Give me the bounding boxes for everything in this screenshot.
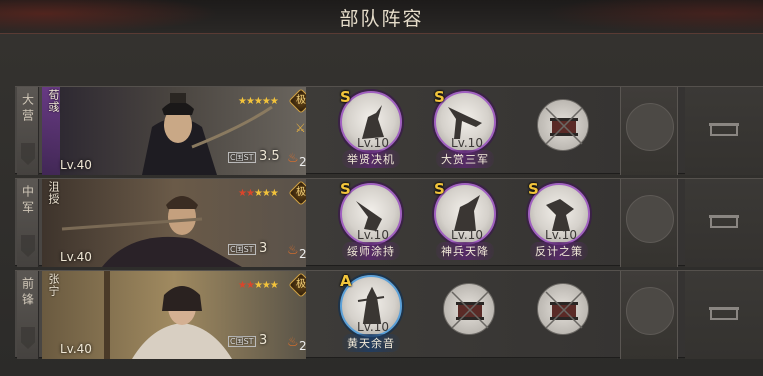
- skill-name-text: 绥师涂持: [342, 242, 400, 260]
- skill-grade: S: [340, 180, 351, 198]
- skill-grade: A: [340, 272, 352, 290]
- troop-type-icon: ⚔: [295, 121, 306, 135]
- fire-icon: ♨: [287, 335, 299, 350]
- skill-level: Lv.10: [357, 136, 389, 150]
- skill-name: 举贤决机: [331, 150, 411, 168]
- lineup-row-middle: 中军 沮授 Lv.40 ★★★★★ 极 C国ST 3 ♨ 2 Lv.10 S 绥…: [15, 178, 763, 267]
- cost-tag-label: C国ST: [228, 336, 256, 347]
- fire-icon: ♨: [287, 151, 299, 166]
- rank-label: 极: [296, 95, 306, 106]
- skill-level: Lv.10: [545, 228, 577, 242]
- empty-skill-icon: [537, 283, 589, 335]
- empty-skill-slot[interactable]: [521, 87, 601, 175]
- gold-stars: ★★★: [253, 188, 279, 199]
- empty-skill-slot[interactable]: [427, 271, 507, 359]
- scroll-icon: [545, 291, 583, 329]
- general-level: Lv.40: [60, 250, 92, 264]
- skill-slot[interactable]: Lv.10 A 黄天余音: [331, 271, 411, 359]
- position-label: 中军: [20, 185, 35, 217]
- star-rating: ★★★★★: [238, 280, 279, 291]
- cost-value: 3.5: [259, 149, 280, 164]
- position-tag: 中军: [17, 179, 39, 267]
- skill-name: 神兵天降: [425, 242, 505, 260]
- skill-grade: S: [434, 180, 445, 198]
- empty-skill-icon: [443, 283, 495, 335]
- cost-value: 3: [259, 241, 268, 256]
- skill-name-text: 反计之策: [530, 242, 588, 260]
- empty-skill-icon: [537, 99, 589, 151]
- rank-label: 极: [296, 187, 306, 198]
- general-card[interactable]: 张宁 Lv.40 ★★★★★ 极 C国ST 3 ♨ 2: [42, 271, 306, 359]
- scroll-icon: [451, 291, 489, 329]
- skill-grade: S: [528, 180, 539, 198]
- locked-slot[interactable]: [620, 87, 678, 175]
- lineup-row-camp: 大营 荀彧 Lv.40 ★★★★★ 极 ⚔ C国ST 3.5 ♨ 2 Lv.10…: [15, 86, 763, 175]
- cost-value: 3: [259, 333, 268, 348]
- star-rating: ★★★★★: [238, 188, 279, 199]
- general-name: 荀彧: [47, 89, 60, 113]
- red-stars: ★★: [238, 188, 255, 199]
- red-stars: ★★: [238, 280, 255, 291]
- skill-level: Lv.10: [357, 228, 389, 242]
- locked-slot[interactable]: [620, 271, 678, 359]
- general-name: 张宁: [47, 273, 60, 297]
- rank-label: 极: [296, 279, 306, 290]
- fire-count: 2: [299, 155, 306, 169]
- general-card[interactable]: 荀彧 Lv.40 ★★★★★ 极 ⚔ C国ST 3.5 ♨ 2: [42, 87, 306, 175]
- page-title: 部队阵容: [339, 8, 424, 30]
- bench-icon: [709, 215, 739, 228]
- skill-grade: S: [434, 88, 445, 106]
- general-card[interactable]: 沮授 Lv.40 ★★★★★ 极 C国ST 3 ♨ 2: [42, 179, 306, 267]
- bench-icon: [709, 307, 739, 320]
- skill-name-text: 黄天余音: [342, 334, 400, 352]
- bench-slot[interactable]: [685, 271, 763, 359]
- gold-stars: ★★★★★: [238, 96, 279, 107]
- locked-slot[interactable]: [620, 179, 678, 267]
- lock-icon: [626, 103, 674, 151]
- position-label: 前锋: [20, 277, 35, 309]
- position-tag: 大营: [17, 87, 39, 175]
- skill-grade: S: [340, 88, 351, 106]
- general-name: 沮授: [47, 181, 60, 205]
- skill-level: Lv.10: [357, 320, 389, 334]
- bench-slot[interactable]: [685, 179, 763, 267]
- cost-tag-label: C国ST: [228, 244, 256, 255]
- position-tag: 前锋: [17, 271, 39, 359]
- skill-level: Lv.10: [451, 228, 483, 242]
- cost-tag: C国ST: [228, 244, 258, 255]
- skill-slot[interactable]: Lv.10 S 举贤决机: [331, 87, 411, 175]
- fire-icon: ♨: [287, 243, 299, 258]
- skill-level: Lv.10: [451, 136, 483, 150]
- general-level: Lv.40: [60, 342, 92, 356]
- skill-slot[interactable]: Lv.10 S 反计之策: [519, 179, 599, 267]
- fire-count: 2: [299, 339, 306, 353]
- lock-icon: [626, 287, 674, 335]
- scroll-icon: [545, 107, 583, 145]
- position-label: 大营: [20, 93, 35, 125]
- skill-name-text: 大赏三军: [436, 150, 494, 168]
- skill-name: 大赏三军: [425, 150, 505, 168]
- bench-icon: [709, 123, 739, 136]
- skill-name: 反计之策: [519, 242, 599, 260]
- gold-stars: ★★★: [253, 280, 279, 291]
- skill-slot[interactable]: Lv.10 S 大赏三军: [425, 87, 505, 175]
- title-bar: 部队阵容: [0, 0, 763, 34]
- fire-count: 2: [299, 247, 306, 261]
- lock-icon: [626, 195, 674, 243]
- general-level: Lv.40: [60, 158, 92, 172]
- lineup-row-vanguard: 前锋 张宁 Lv.40 ★★★★★ 极 C国ST 3 ♨ 2 Lv.10 A 黄…: [15, 270, 763, 359]
- skill-name-text: 举贤决机: [342, 150, 400, 168]
- cost-tag: C国ST: [228, 152, 258, 163]
- star-rating: ★★★★★: [238, 96, 279, 107]
- cost-tag: C国ST: [228, 336, 258, 347]
- skill-name: 黄天余音: [331, 334, 411, 352]
- skill-slot[interactable]: Lv.10 S 神兵天降: [425, 179, 505, 267]
- cost-tag-label: C国ST: [228, 152, 256, 163]
- bench-slot[interactable]: [685, 87, 763, 175]
- skill-slot[interactable]: Lv.10 S 绥师涂持: [331, 179, 411, 267]
- skill-name-text: 神兵天降: [436, 242, 494, 260]
- skill-name: 绥师涂持: [331, 242, 411, 260]
- empty-skill-slot[interactable]: [521, 271, 601, 359]
